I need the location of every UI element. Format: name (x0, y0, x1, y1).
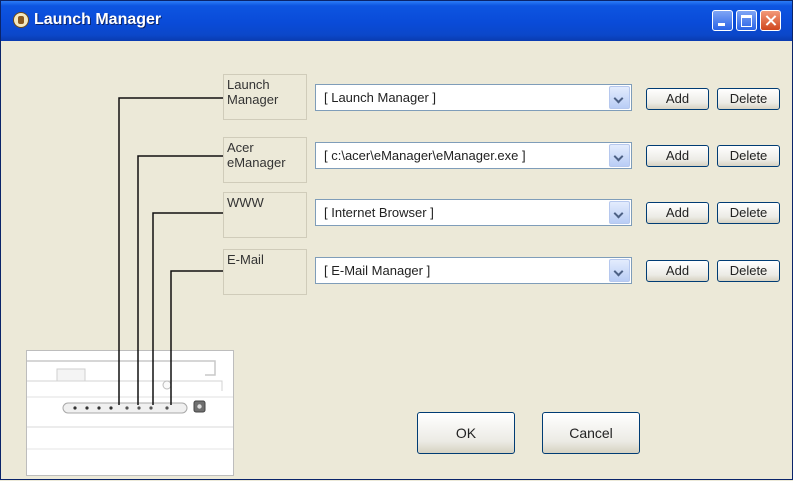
add-button-www[interactable]: Add (646, 202, 709, 224)
combo-value: [ E-Mail Manager ] (324, 263, 431, 278)
delete-button-acer-emanager[interactable]: Delete (717, 145, 780, 167)
maximize-button[interactable] (736, 10, 757, 31)
launch-manager-combo[interactable]: [ Launch Manager ] (315, 84, 632, 111)
cancel-button[interactable]: Cancel (542, 412, 640, 454)
delete-button-www[interactable]: Delete (717, 202, 780, 224)
delete-button-email[interactable]: Delete (717, 260, 780, 282)
key-label-email: E-Mail (223, 249, 307, 295)
chevron-down-icon[interactable] (609, 259, 630, 282)
combo-value: [ c:\acer\eManager\eManager.exe ] (324, 148, 526, 163)
chevron-down-icon[interactable] (609, 201, 630, 224)
delete-button-launch-manager[interactable]: Delete (717, 88, 780, 110)
combo-value: [ Internet Browser ] (324, 205, 434, 220)
chevron-down-icon[interactable] (609, 144, 630, 167)
add-button-launch-manager[interactable]: Add (646, 88, 709, 110)
app-icon[interactable] (13, 12, 29, 28)
email-combo[interactable]: [ E-Mail Manager ] (315, 257, 632, 284)
close-button[interactable] (760, 10, 781, 31)
acer-emanager-combo[interactable]: [ c:\acer\eManager\eManager.exe ] (315, 142, 632, 169)
key-label-acer-emanager: Acer eManager (223, 137, 307, 183)
window-title: Launch Manager (34, 11, 162, 28)
chevron-down-icon[interactable] (609, 86, 630, 109)
minimize-button[interactable] (712, 10, 733, 31)
launch-manager-window: Launch Manager Launch Manager [ Launch M… (0, 0, 793, 480)
ok-button[interactable]: OK (417, 412, 515, 454)
key-label-www: WWW (223, 192, 307, 238)
title-bar[interactable]: Launch Manager (1, 1, 792, 41)
laptop-diagram (26, 350, 234, 476)
combo-value: [ Launch Manager ] (324, 90, 437, 105)
add-button-email[interactable]: Add (646, 260, 709, 282)
add-button-acer-emanager[interactable]: Add (646, 145, 709, 167)
laptop-illustration (27, 351, 233, 475)
www-combo[interactable]: [ Internet Browser ] (315, 199, 632, 226)
key-label-launch-manager: Launch Manager (223, 74, 307, 120)
